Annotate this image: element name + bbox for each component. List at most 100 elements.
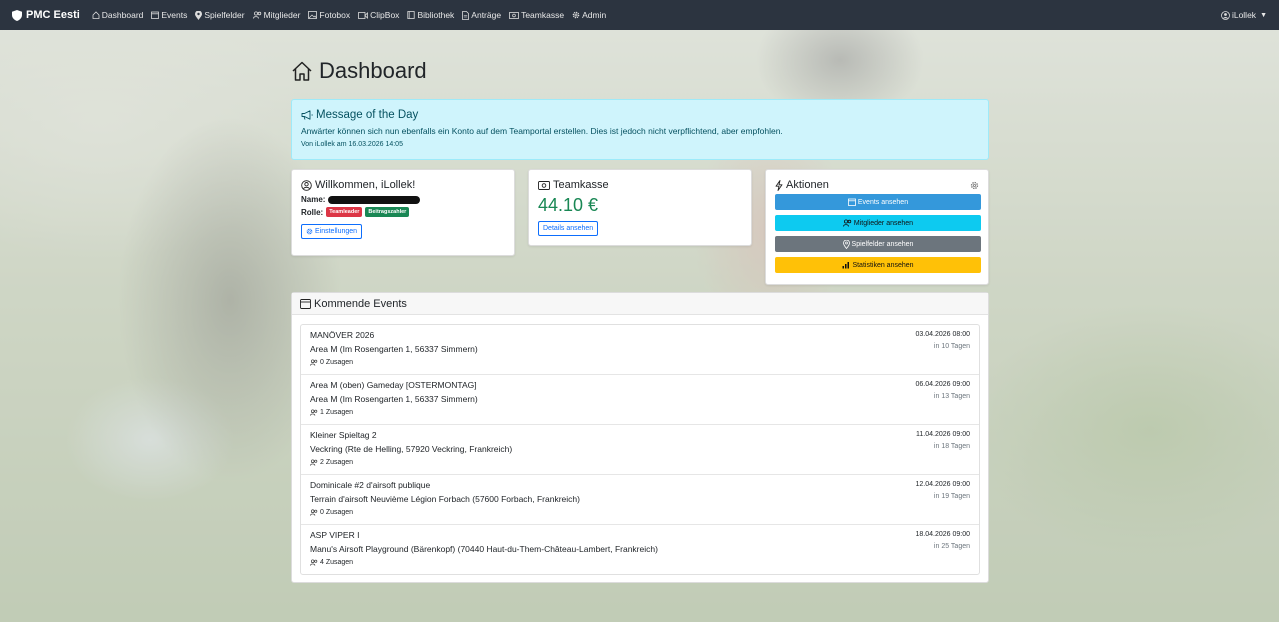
settings-button-label: Einstellungen bbox=[315, 228, 358, 235]
event-date: 18.04.2026 09:00 bbox=[915, 531, 971, 538]
teamkasse-details-button[interactable]: Details ansehen bbox=[538, 221, 599, 236]
event-item[interactable]: MANÖVER 2026 Area M (Im Rosengarten 1, 5… bbox=[301, 325, 979, 375]
actions-header: Aktionen bbox=[775, 179, 979, 191]
user-circle-icon bbox=[1221, 10, 1230, 20]
welcome-title: Willkommen, iLollek! bbox=[301, 179, 505, 191]
nav-events[interactable]: Events bbox=[151, 10, 187, 20]
button-label: Mitglieder ansehen bbox=[853, 219, 914, 227]
event-commitments: 0 Zusagen bbox=[310, 359, 970, 366]
page-title: Dashboard bbox=[291, 58, 989, 84]
nav-mitglieder[interactable]: Mitglieder bbox=[252, 10, 300, 20]
role-row: Rolle: Teamleader Beitragszahler bbox=[301, 207, 505, 217]
gear-icon bbox=[306, 228, 313, 235]
page-title-text: Dashboard bbox=[319, 58, 427, 83]
motd-title: Message of the Day bbox=[301, 109, 979, 121]
nav-bibliothek[interactable]: Bibliothek bbox=[407, 10, 454, 20]
user-name: iLollek bbox=[1231, 10, 1257, 20]
nav-admin[interactable]: Admin bbox=[572, 10, 606, 20]
house-icon bbox=[292, 61, 312, 81]
event-date: 12.04.2026 09:00 bbox=[915, 481, 971, 488]
event-location: Manu's Airsoft Playground (Bärenkopf) (7… bbox=[310, 544, 658, 554]
spielfelder-ansehen-button[interactable]: Spielfelder ansehen bbox=[775, 236, 981, 252]
teamkasse-card: Teamkasse 44.10 € Details ansehen bbox=[528, 169, 752, 246]
calendar-icon bbox=[300, 299, 311, 309]
shield-icon bbox=[12, 9, 22, 21]
teamkasse-title-text: Teamkasse bbox=[553, 179, 609, 191]
event-item[interactable]: Dominicale #2 d'airsoft publique Terrain… bbox=[301, 475, 979, 525]
motd-meta: Von iLollek am 16.03.2026 14:05 bbox=[301, 141, 403, 148]
event-location: Area M (Im Rosengarten 1, 56337 Simmern) bbox=[310, 394, 478, 404]
event-location: Area M (Im Rosengarten 1, 56337 Simmern) bbox=[310, 344, 478, 354]
welcome-title-text: Willkommen, iLollek! bbox=[315, 179, 416, 191]
event-commitments: 0 Zusagen bbox=[310, 509, 970, 516]
event-commitments: 4 Zusagen bbox=[310, 559, 970, 566]
motd-text: Anwärter können sich nun ebenfalls ein K… bbox=[301, 126, 783, 136]
user-circle-icon bbox=[301, 179, 312, 191]
nav-label: ClipBox bbox=[370, 10, 400, 20]
nav-clipbox[interactable]: ClipBox bbox=[358, 10, 399, 20]
events-ansehen-button[interactable]: Events ansehen bbox=[775, 194, 981, 210]
actions-card: Aktionen Events ansehen Mitglieder anseh… bbox=[765, 169, 989, 285]
event-commitments: 2 Zusagen bbox=[310, 459, 970, 466]
people-icon bbox=[310, 459, 318, 466]
lightning-icon bbox=[775, 179, 783, 191]
nav-antraege[interactable]: Anträge bbox=[462, 10, 501, 20]
mitglieder-ansehen-button[interactable]: Mitglieder ansehen bbox=[775, 215, 981, 231]
event-relative-time: in 10 Tagen bbox=[933, 343, 970, 350]
event-item[interactable]: Kleiner Spieltag 2 Veckring (Rte de Hell… bbox=[301, 425, 979, 475]
settings-button[interactable]: Einstellungen bbox=[301, 224, 363, 239]
calendar-icon bbox=[847, 198, 856, 206]
event-name: Area M (oben) Gameday [OSTERMONTAG] bbox=[310, 380, 477, 390]
people-icon bbox=[252, 11, 261, 19]
nav-teamkasse[interactable]: Teamkasse bbox=[509, 10, 564, 20]
badge-teamleader: Teamleader bbox=[326, 207, 363, 217]
event-item[interactable]: Area M (oben) Gameday [OSTERMONTAG] Area… bbox=[301, 375, 979, 425]
event-name: Dominicale #2 d'airsoft publique bbox=[310, 480, 431, 490]
event-count-text: 1 Zusagen bbox=[320, 409, 354, 416]
brand-name: PMC Eesti bbox=[26, 9, 80, 21]
details-button-label: Details ansehen bbox=[543, 225, 594, 232]
nav-spielfelder[interactable]: Spielfelder bbox=[195, 10, 245, 20]
house-icon bbox=[92, 11, 100, 19]
nav-fotobox[interactable]: Fotobox bbox=[308, 10, 350, 20]
event-item[interactable]: ASP VIPER I Manu's Airsoft Playground (B… bbox=[301, 525, 979, 574]
upcoming-events-title: Kommende Events bbox=[314, 297, 407, 310]
statistiken-ansehen-button[interactable]: Statistiken ansehen bbox=[775, 257, 981, 273]
nav-label: Anträge bbox=[471, 10, 502, 20]
top-navbar: PMC Eesti Dashboard Events Spielfelder M… bbox=[0, 0, 1279, 30]
name-redacted bbox=[328, 195, 421, 204]
event-commitments: 1 Zusagen bbox=[310, 409, 970, 416]
welcome-card: Willkommen, iLollek! Name: Rolle: Teamle… bbox=[291, 169, 515, 256]
calendar-icon bbox=[151, 11, 160, 19]
event-relative-time: in 18 Tagen bbox=[933, 443, 970, 450]
main-content: Dashboard Message of the Day Anwärter kö… bbox=[291, 30, 989, 583]
event-name: MANÖVER 2026 bbox=[310, 330, 375, 340]
user-menu[interactable]: iLollek ▼ bbox=[1221, 10, 1267, 20]
nav-label: Dashboard bbox=[101, 10, 144, 20]
gear-icon[interactable] bbox=[970, 181, 979, 190]
event-location: Terrain d'airsoft Neuvième Légion Forbac… bbox=[310, 494, 580, 504]
nav-label: Events bbox=[161, 10, 188, 20]
nav-dashboard[interactable]: Dashboard bbox=[92, 10, 144, 20]
nav-label: Admin bbox=[582, 10, 607, 20]
name-label: Name: bbox=[301, 195, 326, 204]
event-count-text: 2 Zusagen bbox=[320, 459, 354, 466]
event-date: 11.04.2026 09:00 bbox=[916, 431, 970, 438]
cash-icon bbox=[509, 11, 519, 19]
nav-label: Bibliothek bbox=[417, 10, 455, 20]
bar-chart-icon bbox=[842, 262, 850, 269]
brand-link[interactable]: PMC Eesti bbox=[12, 9, 80, 21]
book-icon bbox=[407, 11, 416, 19]
button-label: Spielfelder ansehen bbox=[851, 240, 914, 248]
name-row: Name: bbox=[301, 195, 505, 204]
event-date: 06.04.2026 09:00 bbox=[915, 381, 971, 388]
caret-down-icon: ▼ bbox=[1260, 11, 1267, 19]
map-pin-icon bbox=[842, 239, 850, 249]
cash-icon bbox=[538, 180, 550, 190]
message-of-the-day: Message of the Day Anwärter können sich … bbox=[291, 99, 989, 160]
teamkasse-amount: 44.10 € bbox=[538, 195, 599, 215]
teamkasse-title: Teamkasse bbox=[538, 179, 742, 191]
map-pin-icon bbox=[195, 10, 203, 20]
video-icon bbox=[358, 11, 369, 19]
button-label: Statistiken ansehen bbox=[852, 261, 914, 269]
